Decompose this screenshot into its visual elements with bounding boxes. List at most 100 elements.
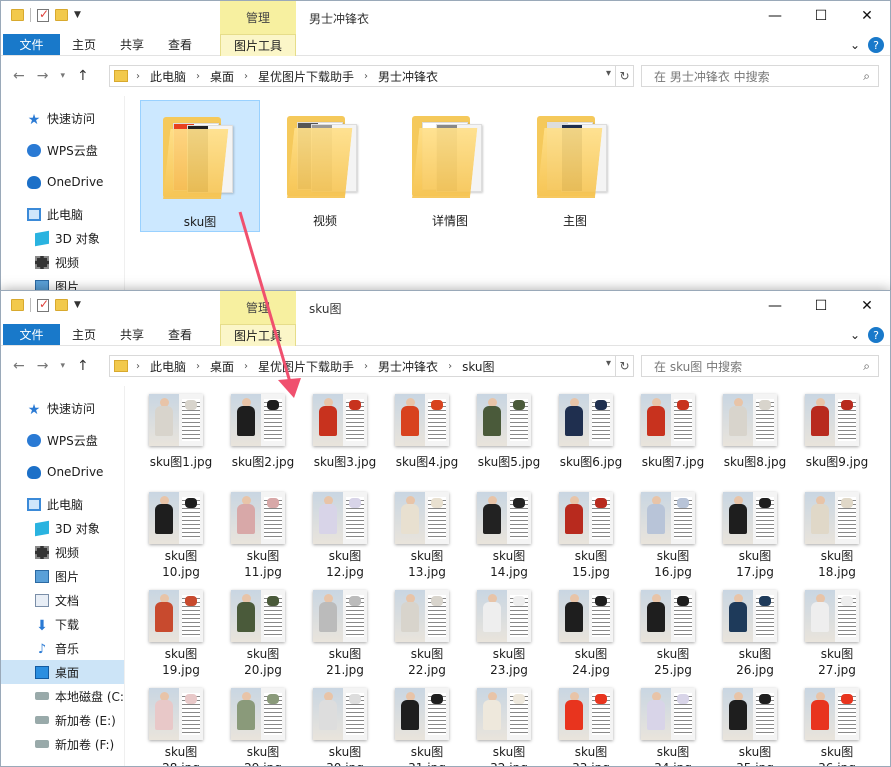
sidebar-item[interactable]: 视频 bbox=[1, 250, 124, 274]
sidebar-item[interactable]: OneDrive bbox=[1, 460, 124, 484]
breadcrumb-item[interactable]: 星优图片下载助手 bbox=[258, 68, 354, 85]
search-input[interactable]: 在 sku图 中搜索 ⌕ bbox=[641, 355, 879, 377]
file-item[interactable]: sku图35.jpg bbox=[714, 688, 796, 766]
file-item[interactable]: sku图 11.jpg bbox=[222, 492, 304, 592]
file-item[interactable]: sku图 10.jpg bbox=[140, 492, 222, 592]
sidebar-item[interactable]: OneDrive bbox=[1, 170, 124, 194]
folder-item[interactable]: 详情图 bbox=[390, 100, 510, 232]
folder-item[interactable]: sku图 bbox=[140, 100, 260, 232]
tab-view[interactable]: 查看 bbox=[156, 324, 204, 345]
maximize-button[interactable]: ☐ bbox=[798, 291, 844, 321]
sidebar-item[interactable]: 本地磁盘 (C: bbox=[1, 684, 124, 708]
file-item[interactable]: sku图 22.jpg bbox=[386, 590, 468, 690]
file-item[interactable]: sku图 15.jpg bbox=[550, 492, 632, 592]
file-item[interactable]: sku图 23.jpg bbox=[468, 590, 550, 690]
minimize-button[interactable]: — bbox=[752, 291, 798, 321]
tab-share[interactable]: 共享 bbox=[108, 324, 156, 345]
new-folder-icon[interactable] bbox=[55, 299, 68, 311]
help-icon[interactable]: ? bbox=[868, 37, 884, 53]
sidebar-item[interactable]: 视频 bbox=[1, 540, 124, 564]
folder-icon[interactable] bbox=[11, 9, 24, 21]
help-icon[interactable]: ? bbox=[868, 327, 884, 343]
file-item[interactable]: sku图8.jpg bbox=[714, 394, 796, 494]
chevron-right-icon[interactable]: › bbox=[364, 71, 368, 82]
file-item[interactable]: sku图30.jpg bbox=[304, 688, 386, 766]
tab-file[interactable]: 文件 bbox=[3, 324, 60, 345]
file-item[interactable]: sku图 25.jpg bbox=[632, 590, 714, 690]
file-item[interactable]: sku图 16.jpg bbox=[632, 492, 714, 592]
file-item[interactable]: sku图 14.jpg bbox=[468, 492, 550, 592]
context-tab-manage[interactable]: 管理 bbox=[220, 1, 296, 34]
properties-icon[interactable] bbox=[37, 7, 49, 22]
chevron-down-icon[interactable]: ▼ bbox=[74, 300, 81, 310]
chevron-down-icon[interactable]: ⌄ bbox=[850, 38, 860, 52]
chevron-down-icon[interactable]: ⌄ bbox=[850, 328, 860, 342]
tab-file[interactable]: 文件 bbox=[3, 34, 60, 55]
file-item[interactable]: sku图3.jpg bbox=[304, 394, 386, 494]
chevron-right-icon[interactable]: › bbox=[196, 71, 200, 82]
refresh-button[interactable]: ↻ bbox=[616, 355, 634, 377]
sidebar-item[interactable]: 此电脑 bbox=[1, 492, 124, 516]
file-item[interactable]: sku图9.jpg bbox=[796, 394, 878, 494]
refresh-button[interactable]: ↻ bbox=[616, 65, 634, 87]
tab-share[interactable]: 共享 bbox=[108, 34, 156, 55]
file-item[interactable]: sku图1.jpg bbox=[140, 394, 222, 494]
tab-view[interactable]: 查看 bbox=[156, 34, 204, 55]
file-item[interactable]: sku图 26.jpg bbox=[714, 590, 796, 690]
file-item[interactable]: sku图 12.jpg bbox=[304, 492, 386, 592]
context-tab-manage[interactable]: 管理 bbox=[220, 291, 296, 324]
chevron-down-icon[interactable]: ▾ bbox=[606, 68, 611, 79]
file-item[interactable]: sku图 19.jpg bbox=[140, 590, 222, 690]
chevron-down-icon[interactable]: ▼ bbox=[74, 10, 81, 20]
file-item[interactable]: sku图4.jpg bbox=[386, 394, 468, 494]
sidebar-item[interactable]: 桌面 bbox=[1, 660, 124, 684]
file-item[interactable]: sku图7.jpg bbox=[632, 394, 714, 494]
tab-picture-tools[interactable]: 图片工具 bbox=[220, 34, 296, 56]
file-item[interactable]: sku图6.jpg bbox=[550, 394, 632, 494]
chevron-right-icon[interactable]: › bbox=[364, 361, 368, 372]
breadcrumb-item[interactable]: 男士冲锋衣 bbox=[378, 358, 438, 375]
file-item[interactable]: sku图 24.jpg bbox=[550, 590, 632, 690]
sidebar-item[interactable]: 3D 对象 bbox=[1, 226, 124, 250]
folder-item[interactable]: 视频 bbox=[265, 100, 385, 232]
file-item[interactable]: sku图32.jpg bbox=[468, 688, 550, 766]
address-input[interactable]: › 此电脑 › 桌面 › 星优图片下载助手 › 男士冲锋衣 ▾ bbox=[109, 65, 616, 87]
chevron-right-icon[interactable]: › bbox=[244, 71, 248, 82]
file-item[interactable]: sku图 17.jpg bbox=[714, 492, 796, 592]
minimize-button[interactable]: — bbox=[752, 1, 798, 31]
file-item[interactable]: sku图 13.jpg bbox=[386, 492, 468, 592]
sidebar-item[interactable]: 新加卷 (F:) bbox=[1, 732, 124, 756]
sidebar-item[interactable]: ★ 快速访问 bbox=[1, 106, 124, 130]
recent-dropdown-icon[interactable]: ▾ bbox=[60, 361, 65, 374]
file-item[interactable]: sku图33.jpg bbox=[550, 688, 632, 766]
chevron-right-icon[interactable]: › bbox=[136, 71, 140, 82]
chevron-right-icon[interactable]: › bbox=[136, 361, 140, 372]
folder-icon[interactable] bbox=[11, 299, 24, 311]
file-item[interactable]: sku图 18.jpg bbox=[796, 492, 878, 592]
tab-home[interactable]: 主页 bbox=[60, 324, 108, 345]
close-button[interactable]: ✕ bbox=[844, 291, 890, 321]
chevron-right-icon[interactable]: › bbox=[244, 361, 248, 372]
file-item[interactable]: sku图36.jpg bbox=[796, 688, 878, 766]
breadcrumb-item[interactable]: 桌面 bbox=[210, 68, 234, 85]
up-arrow-icon[interactable]: ↑ bbox=[77, 68, 89, 84]
file-item[interactable]: sku图28.jpg bbox=[140, 688, 222, 766]
file-item[interactable]: sku图 27.jpg bbox=[796, 590, 878, 690]
chevron-right-icon[interactable]: › bbox=[448, 361, 452, 372]
breadcrumb-item[interactable]: 星优图片下载助手 bbox=[258, 358, 354, 375]
recent-dropdown-icon[interactable]: ▾ bbox=[60, 71, 65, 84]
maximize-button[interactable]: ☐ bbox=[798, 1, 844, 31]
sidebar-item[interactable]: 文档 bbox=[1, 588, 124, 612]
back-arrow-icon[interactable]: ← bbox=[13, 68, 25, 84]
chevron-right-icon[interactable]: › bbox=[196, 361, 200, 372]
breadcrumb-item[interactable]: 男士冲锋衣 bbox=[378, 68, 438, 85]
sidebar-item[interactable]: ♪ 音乐 bbox=[1, 636, 124, 660]
forward-arrow-icon[interactable]: → bbox=[37, 358, 49, 374]
file-item[interactable]: sku图31.jpg bbox=[386, 688, 468, 766]
file-item[interactable]: sku图 20.jpg bbox=[222, 590, 304, 690]
close-button[interactable]: ✕ bbox=[844, 1, 890, 31]
up-arrow-icon[interactable]: ↑ bbox=[77, 358, 89, 374]
breadcrumb-item[interactable]: 桌面 bbox=[210, 358, 234, 375]
properties-icon[interactable] bbox=[37, 297, 49, 312]
file-item[interactable]: sku图34.jpg bbox=[632, 688, 714, 766]
